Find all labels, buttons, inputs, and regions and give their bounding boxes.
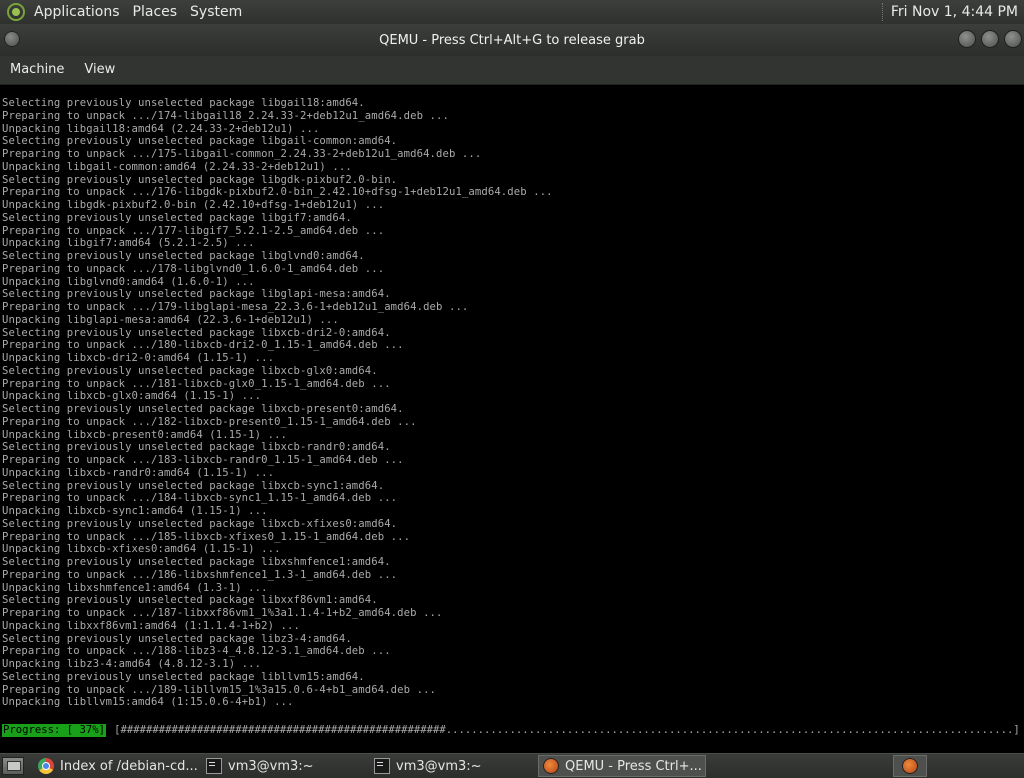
console-line: Selecting previously unselected package … [2,97,365,109]
view-menu[interactable]: View [74,56,125,84]
applications-menu[interactable]: Applications [29,0,128,24]
qemu-icon [543,758,559,774]
panel-separator [881,3,885,21]
console-line: Preparing to unpack .../185-libxcb-xfixe… [2,530,411,543]
console-line: Selecting previously unselected package … [2,479,385,492]
maximize-button[interactable] [981,30,999,48]
task-label: vm3@vm3:~ [228,758,314,774]
gnome-foot-icon[interactable] [7,3,25,21]
console-output: Selecting previously unselected package … [2,97,553,709]
close-button[interactable] [1004,30,1022,48]
console-line: Preparing to unpack .../187-libxxf86vm1_… [2,607,443,619]
console-line: Unpacking libxcb-randr0:amd64 (1.15-1) .… [2,466,275,479]
console-line: Selecting previously unselected package … [2,326,391,339]
console-line: Unpacking libglapi-mesa:amd64 (22.3.6-1+… [2,313,339,326]
task-label: QEMU - Press Ctrl+... [565,758,702,774]
install-progress: Progress: [ 37%] [######################… [2,724,1020,737]
console-line: Unpacking libxcb-sync1:amd64 (1.15-1) ..… [2,505,268,517]
console-line: Selecting previously unselected package … [2,135,398,148]
panel-clock[interactable]: Fri Nov 1, 4:44 PM [891,4,1024,20]
machine-menu[interactable]: Machine [0,56,74,84]
window-titlebar[interactable]: QEMU - Press Ctrl+Alt+G to release grab [0,24,1024,56]
console-line: Selecting previously unselected package … [2,211,352,224]
places-menu[interactable]: Places [128,0,186,24]
console-line: Unpacking libgif7:amd64 (5.2.1-2.5) ... [2,237,255,250]
window-menu-icon[interactable] [4,31,20,47]
console-line: Unpacking libglvnd0:amd64 (1.6.0-1) ... [2,275,255,288]
console-line: Preparing to unpack .../177-libgif7_5.2.… [2,224,385,237]
console-line: Unpacking libgail-common:amd64 (2.24.33-… [2,160,352,173]
top-panel: Applications Places System Fri Nov 1, 4:… [0,0,1024,25]
console-line: Selecting previously unselected package … [2,441,391,454]
console-line: Selecting previously unselected package … [2,288,391,301]
console-line: Preparing to unpack .../174-libgail18_2.… [2,109,449,122]
window-controls [958,30,1022,48]
terminal-icon [206,758,222,774]
guest-console[interactable]: Selecting previously unselected package … [0,85,1024,753]
chrome-icon [38,758,54,774]
show-desktop-icon[interactable] [2,757,24,775]
task-terminal-1[interactable]: vm3@vm3:~ [202,755,368,777]
console-line: Selecting previously unselected package … [2,173,398,186]
console-line: Unpacking libxcb-dri2-0:amd64 (1.15-1) .… [2,352,275,364]
console-line: Preparing to unpack .../186-libxshmfence… [2,568,398,581]
progress-label: Progress: [ 37%] [2,724,107,737]
console-line: Selecting previously unselected package … [2,250,365,262]
console-line: Unpacking libxxf86vm1:amd64 (1:1.1.4-1+b… [2,619,300,632]
console-line: Unpacking libxshmfence1:amd64 (1.3-1) ..… [2,581,268,594]
qemu-icon [902,758,918,774]
console-line: Selecting previously unselected package … [2,403,404,415]
terminal-icon [374,758,390,774]
task-qemu[interactable]: QEMU - Press Ctrl+... [538,755,706,777]
task-label: Index of /debian-cd... [60,758,198,774]
minimize-button[interactable] [958,30,976,48]
console-line: Preparing to unpack .../178-libglvnd0_1.… [2,262,385,275]
tray-qemu-button[interactable] [893,755,927,777]
console-line: Selecting previously unselected package … [2,632,352,645]
console-line: Preparing to unpack .../175-libgail-comm… [2,148,482,160]
console-line: Unpacking libxcb-glx0:amd64 (1.15-1) ... [2,390,262,403]
console-line: Unpacking libgdk-pixbuf2.0-bin (2.42.10+… [2,199,385,211]
task-terminal-2[interactable]: vm3@vm3:~ [370,755,536,777]
console-line: Selecting previously unselected package … [2,594,378,607]
console-line: Selecting previously unselected package … [2,364,378,377]
bottom-taskbar: Index of /debian-cd... vm3@vm3:~ vm3@vm3… [0,753,1024,778]
console-line: Preparing to unpack .../183-libxcb-randr… [2,454,404,466]
console-line: Preparing to unpack .../179-libglapi-mes… [2,301,469,313]
console-line: Unpacking libllvm15:amd64 (1:15.0.6-4+b1… [2,696,294,709]
console-line: Preparing to unpack .../188-libz3-4_4.8.… [2,645,391,658]
window-title: QEMU - Press Ctrl+Alt+G to release grab [379,32,645,48]
console-line: Unpacking libxcb-present0:amd64 (1.15-1)… [2,428,288,441]
console-line: Preparing to unpack .../180-libxcb-dri2-… [2,339,404,352]
console-line: Selecting previously unselected package … [2,556,391,568]
console-line: Preparing to unpack .../181-libxcb-glx0_… [2,377,391,390]
console-line: Selecting previously unselected package … [2,517,398,530]
console-line: Unpacking libxcb-xfixes0:amd64 (1.15-1) … [2,543,281,556]
task-label: vm3@vm3:~ [396,758,482,774]
task-browser[interactable]: Index of /debian-cd... [34,755,200,777]
qemu-menubar: Machine View [0,56,1024,85]
console-line: Preparing to unpack .../189-libllvm15_1%… [2,683,437,696]
console-line: Preparing to unpack .../176-libgdk-pixbu… [2,186,553,199]
console-line: Selecting previously unselected package … [2,670,365,683]
console-line: Unpacking libgail18:amd64 (2.24.33-2+deb… [2,122,320,135]
console-line: Preparing to unpack .../184-libxcb-sync1… [2,492,398,505]
progress-bar: [#######################################… [114,724,1020,736]
console-line: Unpacking libz3-4:amd64 (4.8.12-3.1) ... [2,658,262,670]
console-line: Preparing to unpack .../182-libxcb-prese… [2,415,417,428]
system-menu[interactable]: System [185,0,250,24]
